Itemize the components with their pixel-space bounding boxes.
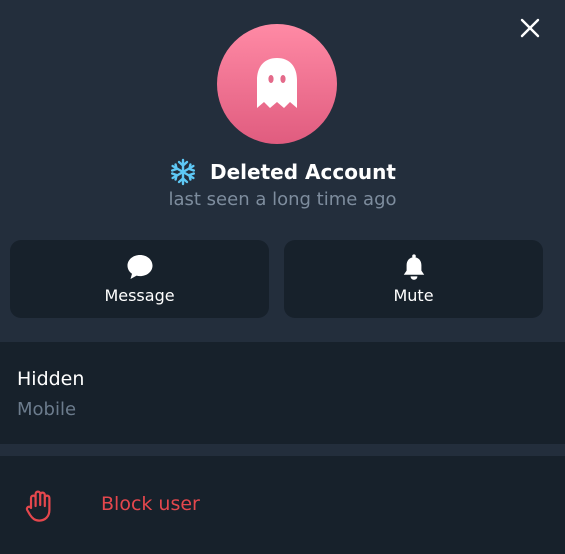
section-divider <box>0 444 565 456</box>
profile-header: Deleted Account last seen a long time ag… <box>0 0 565 342</box>
chat-bubble-icon <box>127 255 152 279</box>
profile-name-row: Deleted Account <box>0 155 565 189</box>
bell-icon <box>403 254 424 280</box>
phone-value: Hidden <box>17 368 85 390</box>
block-user-label: Block user <box>101 493 200 515</box>
profile-name: Deleted Account <box>210 160 396 184</box>
mute-button[interactable]: Mute <box>284 240 543 318</box>
last-seen-status: last seen a long time ago <box>168 189 397 210</box>
close-button[interactable] <box>515 13 545 43</box>
snowflake-icon <box>171 158 196 186</box>
block-user-button[interactable]: Block user <box>0 456 565 554</box>
user-profile-panel: Deleted Account last seen a long time ag… <box>0 0 565 554</box>
phone-info-section[interactable]: Hidden Mobile <box>0 342 565 444</box>
message-button-label: Message <box>104 286 175 305</box>
ghost-icon <box>257 58 297 108</box>
phone-label: Mobile <box>17 399 77 420</box>
hand-icon <box>25 490 51 522</box>
message-button[interactable]: Message <box>10 240 269 318</box>
avatar[interactable] <box>217 24 337 144</box>
close-icon <box>520 18 540 38</box>
mute-button-label: Mute <box>393 286 434 305</box>
